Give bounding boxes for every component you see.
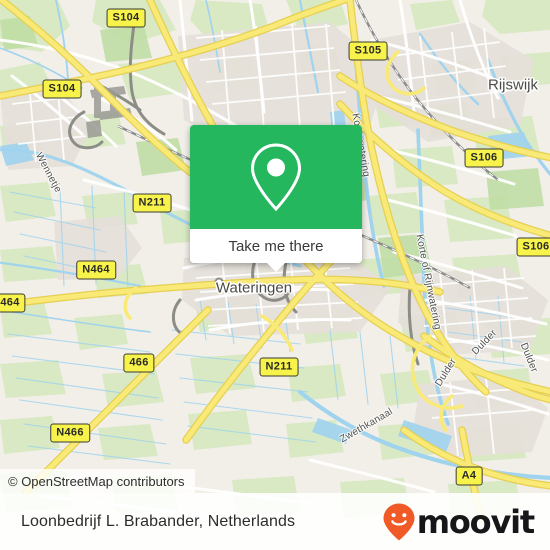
map-canvas[interactable]: S104 S104 S105 S106 S106 N211 N464 464 4… — [0, 0, 550, 550]
road-shield-s104-north: S104 — [106, 8, 146, 28]
osm-attribution-text: © OpenStreetMap contributors — [8, 473, 185, 489]
road-shield-a4: A4 — [455, 466, 483, 486]
road-shield-n466: N466 — [50, 423, 90, 443]
callout-pin-panel — [190, 125, 362, 229]
road-shield-n211-lower: N211 — [259, 357, 299, 377]
footer-bar: Loonbedrijf L. Brabander, Netherlands mo… — [0, 493, 550, 550]
road-shield-s106-lower: S106 — [516, 237, 550, 257]
map-pin-icon — [250, 143, 302, 212]
road-shield-s104-west: S104 — [42, 79, 82, 99]
moovit-wordmark: moovit — [416, 502, 535, 541]
road-shield-s106-upper: S106 — [464, 148, 504, 168]
take-me-there-button[interactable]: Take me there — [190, 229, 362, 272]
road-shield-n464: N464 — [76, 260, 116, 280]
page-title: Loonbedrijf L. Brabander, Netherlands — [21, 512, 296, 530]
take-me-there-label: Take me there — [228, 237, 324, 255]
road-shield-464: 464 — [0, 293, 26, 313]
callout-pointer — [266, 262, 286, 272]
place-label-wateringen: Wateringen — [215, 279, 293, 297]
road-shield-466: 466 — [123, 353, 155, 373]
map-screenshot: S104 S104 S105 S106 S106 N211 N464 464 4… — [0, 0, 550, 550]
location-callout-card[interactable]: Take me there — [190, 125, 362, 272]
osm-attribution[interactable]: © OpenStreetMap contributors — [0, 469, 195, 493]
moovit-pin-smiley-icon — [383, 503, 415, 540]
moovit-logo[interactable]: moovit — [382, 502, 535, 542]
road-shield-s105: S105 — [348, 41, 388, 61]
place-label-rijswijk: Rijswijk — [488, 76, 538, 94]
road-shield-n211-upper: N211 — [132, 193, 172, 213]
